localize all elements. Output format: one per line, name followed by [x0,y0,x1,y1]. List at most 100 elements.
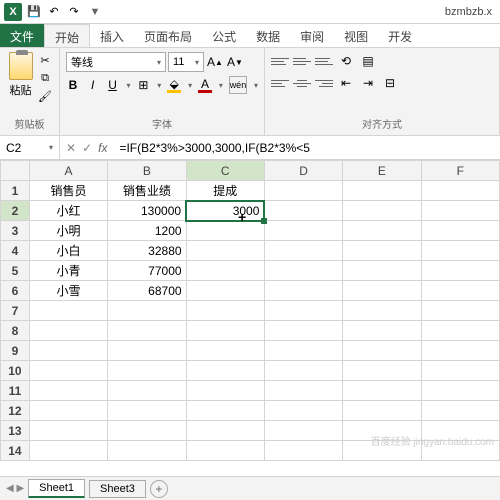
cell-D7[interactable] [264,301,342,321]
row-header-3[interactable]: 3 [1,221,30,241]
wrap-text-icon[interactable]: ▤ [359,52,377,70]
cell-B13[interactable] [108,421,186,441]
italic-button[interactable]: I [86,76,100,94]
cell-C4[interactable] [186,241,264,261]
decrease-font-icon[interactable]: A▼ [226,53,244,71]
column-header-C[interactable]: C [186,161,264,181]
cell-D3[interactable] [264,221,342,241]
cell-A7[interactable] [29,301,107,321]
cell-C3[interactable] [186,221,264,241]
cell-F14[interactable] [421,441,499,461]
align-top-icon[interactable] [271,53,289,69]
cell-F6[interactable] [421,281,499,301]
cell-B1[interactable]: 销售业绩 [108,181,186,201]
cell-F4[interactable] [421,241,499,261]
cell-F1[interactable] [421,181,499,201]
cell-A13[interactable] [29,421,107,441]
chevron-down-icon[interactable]: ▾ [188,81,192,90]
column-header-F[interactable]: F [421,161,499,181]
cell-C8[interactable] [186,321,264,341]
spreadsheet-grid[interactable]: ABCDEF1销售员销售业绩提成2小红13000030003小明12004小白3… [0,160,500,476]
cell-B10[interactable] [108,361,186,381]
font-color-button[interactable]: A [198,77,212,93]
fill-handle[interactable] [261,218,267,224]
cell-C7[interactable] [186,301,264,321]
orientation-icon[interactable]: ⟲ [337,52,355,70]
cell-E13[interactable] [343,421,421,441]
fill-color-button[interactable]: ⬙ [167,77,181,93]
tab-developer[interactable]: 开发 [378,24,422,47]
copy-icon[interactable]: ⧉ [37,70,53,86]
align-left-icon[interactable] [271,75,289,91]
cell-E9[interactable] [343,341,421,361]
column-header-E[interactable]: E [343,161,421,181]
row-header-9[interactable]: 9 [1,341,30,361]
row-header-10[interactable]: 10 [1,361,30,381]
save-icon[interactable]: 💾 [26,4,42,20]
cell-C11[interactable] [186,381,264,401]
cell-F3[interactable] [421,221,499,241]
row-header-7[interactable]: 7 [1,301,30,321]
cell-D13[interactable] [264,421,342,441]
phonetic-button[interactable]: wén [229,76,247,94]
cell-D5[interactable] [264,261,342,281]
cell-B12[interactable] [108,401,186,421]
cell-F2[interactable] [421,201,499,221]
increase-font-icon[interactable]: A▲ [206,53,224,71]
align-right-icon[interactable] [315,75,333,91]
bold-button[interactable]: B [66,76,80,94]
cell-F5[interactable] [421,261,499,281]
cell-C2[interactable]: 3000 [186,201,264,221]
cell-D2[interactable] [264,201,342,221]
cell-A6[interactable]: 小雪 [29,281,107,301]
cell-B7[interactable] [108,301,186,321]
row-header-13[interactable]: 13 [1,421,30,441]
cell-D1[interactable] [264,181,342,201]
undo-icon[interactable]: ↶ [46,4,62,20]
add-sheet-button[interactable]: + [150,480,168,498]
cell-B11[interactable] [108,381,186,401]
cell-E8[interactable] [343,321,421,341]
cell-D8[interactable] [264,321,342,341]
cell-A11[interactable] [29,381,107,401]
cell-C13[interactable] [186,421,264,441]
cell-F7[interactable] [421,301,499,321]
cell-F9[interactable] [421,341,499,361]
cell-F11[interactable] [421,381,499,401]
cancel-icon[interactable]: ✕ [66,141,76,155]
qat-dropdown-icon[interactable]: ▼ [87,4,103,20]
formula-input[interactable]: =IF(B2*3%>3000,3000,IF(B2*3%<5 [113,141,500,155]
cell-B6[interactable]: 68700 [108,281,186,301]
select-all-corner[interactable] [1,161,30,181]
cell-B9[interactable] [108,341,186,361]
cell-A1[interactable]: 销售员 [29,181,107,201]
format-painter-icon[interactable]: 🖌 [37,88,53,104]
column-header-B[interactable]: B [108,161,186,181]
row-header-2[interactable]: 2 [1,201,30,221]
cell-D14[interactable] [264,441,342,461]
tab-home[interactable]: 开始 [44,24,90,47]
increase-indent-icon[interactable]: ⇥ [359,74,377,92]
cell-C1[interactable]: 提成 [186,181,264,201]
cell-F12[interactable] [421,401,499,421]
cell-D4[interactable] [264,241,342,261]
font-name-select[interactable]: 等线 ▾ [66,52,166,72]
cell-A9[interactable] [29,341,107,361]
chevron-down-icon[interactable]: ▾ [254,81,258,90]
cell-A2[interactable]: 小红 [29,201,107,221]
cell-A12[interactable] [29,401,107,421]
tab-insert[interactable]: 插入 [90,24,134,47]
cell-A4[interactable]: 小白 [29,241,107,261]
decrease-indent-icon[interactable]: ⇤ [337,74,355,92]
name-box[interactable]: C2 ▾ [0,136,60,159]
cell-B8[interactable] [108,321,186,341]
cell-B2[interactable]: 130000 [108,201,186,221]
cell-B5[interactable]: 77000 [108,261,186,281]
column-header-D[interactable]: D [264,161,342,181]
underline-button[interactable]: U [106,76,120,94]
cell-C6[interactable] [186,281,264,301]
cell-E14[interactable] [343,441,421,461]
cell-A14[interactable] [29,441,107,461]
fx-icon[interactable]: fx [98,141,107,155]
cell-B4[interactable]: 32880 [108,241,186,261]
